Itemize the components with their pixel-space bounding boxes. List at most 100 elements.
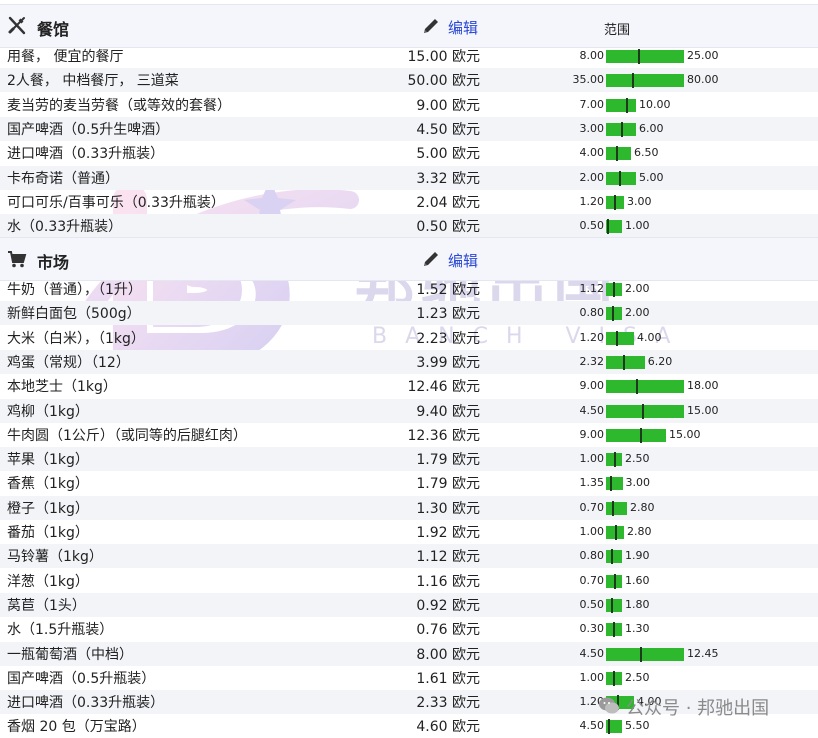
range-current-marker [615, 525, 618, 540]
table-row: 马铃薯（1kg） 1.12 欧元 0.80 1.90 [0, 544, 818, 569]
range-bar [606, 98, 636, 112]
range-min: 7.00 [579, 97, 605, 111]
item-name: 牛肉圆（1公斤）（或同等的后腿红肉） [7, 427, 247, 444]
restaurants-header: 餐馆 编辑 范围 [0, 4, 818, 48]
range-min: 1.12 [579, 282, 605, 295]
range-bar [606, 501, 627, 515]
price-range: 3.00 6.00 [560, 117, 810, 141]
range-bar [606, 550, 622, 564]
table-row: 番茄（1kg） 1.92 欧元 1.00 2.80 [0, 520, 818, 544]
item-price: 12.46 欧元 [407, 379, 480, 396]
table-row: 国产啤酒（0.5升瓶装） 1.61 欧元 1.00 2.50 [0, 666, 818, 690]
range-max: 2.80 [630, 500, 655, 514]
range-max: 4.00 [637, 330, 662, 344]
price-range: 0.50 1.80 [560, 593, 810, 617]
item-name: 马铃薯（1kg） [7, 549, 103, 566]
item-name: 香蕉（1kg） [7, 476, 89, 493]
range-bar [606, 307, 622, 321]
table-row: 橙子（1kg） 1.30 欧元 0.70 2.80 [0, 495, 818, 520]
item-name: 用餐， 便宜的餐厅 [7, 49, 124, 65]
pencil-icon[interactable] [421, 16, 441, 36]
range-max: 2.00 [625, 306, 650, 320]
item-price: 5.00 欧元 [416, 146, 480, 163]
range-current-marker [614, 194, 617, 210]
cutlery-icon [8, 16, 26, 35]
item-price: 12.36 欧元 [407, 427, 480, 444]
range-min: 0.50 [579, 219, 605, 233]
range-max: 18.00 [687, 379, 719, 393]
range-bar [606, 428, 666, 442]
range-current-marker [614, 573, 617, 589]
range-bar [606, 696, 634, 710]
range-current-marker [626, 97, 628, 113]
range-max: 6.00 [639, 121, 664, 135]
range-current-marker [616, 330, 619, 346]
range-min: 3.00 [579, 121, 605, 135]
item-name: 进口啤酒（0.33升瓶装） [7, 695, 165, 712]
item-price: 50.00 欧元 [407, 73, 480, 90]
range-bar [606, 404, 684, 418]
table-row: 新鲜白面包（500g） 1.23 欧元 0.80 2.00 [0, 301, 818, 326]
range-min: 2.32 [579, 354, 605, 368]
table-row: 水（1.5升瓶装） 0.76 欧元 0.30 1.30 [0, 617, 818, 641]
item-name: 麦当劳的麦当劳餐（或等效的套餐） [7, 97, 231, 114]
range-max: 2.80 [627, 525, 652, 538]
item-price: 2.23 欧元 [416, 330, 480, 347]
range-current-marker [610, 476, 613, 492]
item-name: 番茄（1kg） [7, 525, 89, 541]
item-price: 4.60 欧元 [416, 719, 480, 736]
range-current-marker [632, 73, 634, 89]
item-price: 4.50 欧元 [416, 121, 480, 138]
table-row: 一瓶葡萄酒（中档） 8.00 欧元 4.50 12.45 [0, 641, 818, 666]
item-price: 2.04 欧元 [416, 194, 480, 211]
item-price: 1.79 欧元 [416, 452, 480, 469]
range-min: 4.00 [579, 146, 605, 160]
table-row: 鸡柳（1kg） 9.40 欧元 4.50 15.00 [0, 398, 818, 423]
price-range: 1.35 3.00 [560, 471, 810, 495]
range-max: 6.20 [647, 354, 673, 368]
range-current-marker [638, 49, 641, 64]
range-min: 1.20 [579, 695, 605, 709]
range-max: 2.00 [625, 282, 650, 295]
range-min: 8.00 [579, 49, 605, 62]
item-name: 2人餐， 中档餐厅， 三道菜 [7, 73, 179, 90]
price-range: 1.12 2.00 [560, 277, 810, 301]
range-max: 12.45 [687, 646, 719, 660]
range-min: 0.70 [579, 573, 605, 587]
price-range: 1.20 4.00 [560, 326, 810, 350]
range-bar [606, 598, 622, 612]
edit-label[interactable]: 编辑 [448, 17, 478, 38]
item-name: 洋葱（1kg） [7, 573, 89, 590]
table-row: 水（0.33升瓶装） 0.50 欧元 0.50 1.00 [0, 214, 818, 239]
table-row: 麦当劳的麦当劳餐（或等效的套餐） 9.00 欧元 7.00 10.00 [0, 93, 818, 117]
range-max: 1.80 [625, 597, 650, 611]
item-name: 本地芝士（1kg） [7, 379, 117, 396]
item-price: 1.30 欧元 [416, 500, 480, 517]
item-name: 国产啤酒（0.5升瓶装） [7, 670, 156, 687]
price-range: 9.00 18.00 [560, 374, 810, 398]
range-current-marker [611, 597, 614, 613]
range-current-marker [622, 354, 625, 370]
item-name: 香烟 20 包（万宝路） [7, 719, 146, 736]
item-name: 国产啤酒（0.5升生啤酒） [7, 121, 170, 138]
range-max: 1.30 [625, 622, 650, 636]
range-min: 1.00 [579, 670, 605, 684]
table-row: 2人餐， 中档餐厅， 三道菜 50.00 欧元 35.00 80.00 [0, 68, 818, 93]
edit-label[interactable]: 编辑 [448, 250, 478, 271]
range-current-marker [621, 121, 623, 137]
price-range: 1.20 3.00 [560, 190, 810, 214]
range-min: 0.50 [579, 597, 605, 611]
range-bar [606, 477, 623, 491]
range-max: 5.00 [639, 170, 664, 184]
item-price: 1.12 欧元 [416, 549, 480, 566]
range-max: 2.50 [625, 452, 650, 466]
pencil-icon[interactable] [421, 249, 441, 269]
range-current-marker [612, 670, 615, 686]
range-min: 0.70 [579, 500, 605, 514]
range-current-marker [639, 427, 642, 443]
table-row: 国产啤酒（0.5升生啤酒） 4.50 欧元 3.00 6.00 [0, 116, 818, 141]
range-bar [606, 74, 684, 88]
price-range: 7.00 10.00 [560, 93, 810, 117]
item-price: 3.99 欧元 [416, 354, 480, 371]
range-min: 9.00 [579, 379, 605, 393]
